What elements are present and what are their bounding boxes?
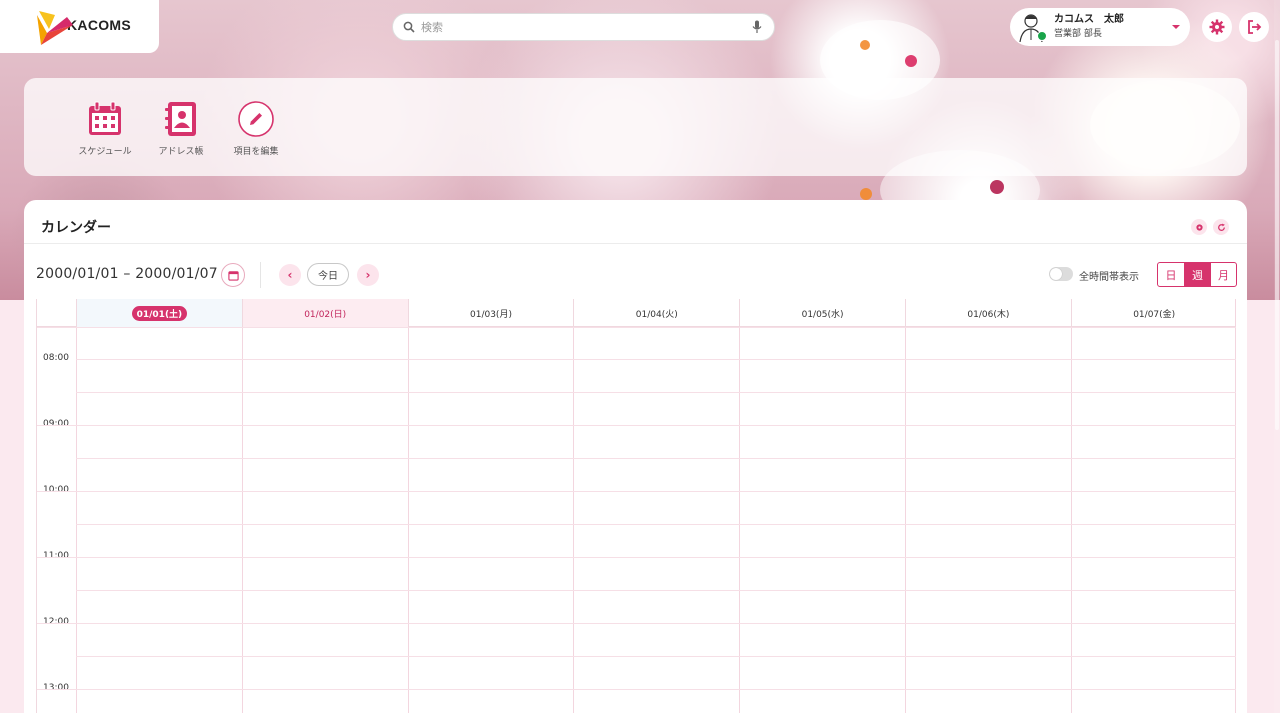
online-status-icon — [1037, 31, 1047, 41]
day-header[interactable]: 01/05(水) — [739, 299, 905, 327]
grid-row-line — [76, 656, 1236, 657]
quick-links-panel: スケジュール アドレス帳 項目を編集 — [24, 78, 1247, 176]
time-label: 11:00 — [43, 551, 69, 561]
quick-link-label: スケジュール — [78, 147, 132, 157]
logo-mark-icon — [33, 7, 79, 47]
time-label: 08:00 — [43, 353, 69, 363]
logout-button[interactable] — [1239, 12, 1269, 42]
settings-button[interactable] — [1202, 12, 1232, 42]
date-picker-button[interactable] — [221, 263, 245, 287]
microphone-icon[interactable] — [752, 20, 762, 34]
chevron-left-icon: ‹ — [287, 268, 293, 282]
gear-icon — [1195, 223, 1203, 231]
calendar-icon — [227, 270, 239, 281]
time-label: 09:00 — [43, 419, 69, 429]
day-label: 01/07(金) — [1133, 309, 1176, 320]
day-header[interactable]: 01/02(日) — [241, 299, 408, 327]
grid-row-line — [76, 392, 1236, 393]
quick-link-label: 項目を編集 — [233, 147, 279, 157]
divider — [260, 262, 261, 288]
grid-row-line — [37, 425, 1236, 426]
refresh-icon — [1217, 223, 1225, 231]
today-button[interactable]: 今日 — [307, 263, 349, 286]
grid-right-border — [1235, 299, 1236, 713]
search-icon — [403, 21, 415, 33]
calendar-card: カレンダー 2000/01/01 – 2000/01/07 ‹ 今日 › 全時間… — [24, 200, 1247, 713]
pencil-icon — [221, 100, 291, 138]
date-range: 2000/01/01 – 2000/01/07 — [36, 266, 218, 282]
card-title: カレンダー — [41, 220, 111, 236]
grid-row-line — [37, 327, 1236, 328]
page-scrollbar[interactable] — [1274, 0, 1280, 713]
quick-link-address-book[interactable]: アドレス帳 — [146, 100, 216, 157]
user-name: カコムス 太郎 — [1054, 14, 1124, 25]
day-header[interactable]: 01/03(月) — [407, 299, 574, 327]
grid-row-line — [37, 557, 1236, 558]
day-header[interactable]: 01/07(金) — [1070, 299, 1237, 327]
chevron-right-icon: › — [365, 268, 371, 282]
prev-week-button[interactable]: ‹ — [279, 264, 301, 286]
chevron-down-icon[interactable] — [1172, 25, 1180, 29]
user-menu[interactable]: カコムス 太郎 営業部 部長 — [1010, 8, 1190, 46]
grid-row-line — [76, 524, 1236, 525]
day-label: 01/04(火) — [635, 309, 678, 320]
time-label: 10:00 — [43, 485, 69, 495]
grid-row-line — [37, 689, 1236, 690]
day-header[interactable]: 01/01(土) — [76, 299, 242, 327]
day-header[interactable]: 01/04(火) — [573, 299, 739, 327]
day-header[interactable]: 01/06(木) — [905, 299, 1071, 327]
divider — [24, 243, 1247, 244]
address-book-icon — [146, 100, 216, 138]
view-week-button[interactable]: 週 — [1184, 263, 1210, 286]
view-switcher: 日 週 月 — [1157, 262, 1237, 287]
grid-row-line — [76, 359, 1236, 360]
day-label: 01/05(水) — [801, 309, 844, 320]
grid-row-line — [37, 491, 1236, 492]
next-week-button[interactable]: › — [357, 264, 379, 286]
grid-header: 01/01(土) 01/02(日) 01/03(月) 01/04(火) 01/05(水)… — [37, 299, 1236, 327]
time-label: 12:00 — [43, 617, 69, 627]
app-logo[interactable]: KACOMS — [0, 0, 159, 53]
all-hours-toggle[interactable] — [1049, 267, 1073, 281]
week-grid[interactable]: 01/01(土) 01/02(日) 01/03(月) 01/04(火) 01/05(水)… — [36, 299, 1236, 713]
user-role: 営業部 部長 — [1054, 29, 1102, 39]
all-hours-label: 全時間帯表示 — [1079, 272, 1139, 283]
quick-link-schedule[interactable]: スケジュール — [70, 100, 140, 157]
grid-row-line — [76, 458, 1236, 459]
avatar — [1018, 12, 1047, 43]
time-label: 13:00 — [43, 683, 69, 693]
calendar-settings-button[interactable] — [1191, 219, 1207, 235]
quick-link-label: アドレス帳 — [158, 147, 204, 157]
search-input[interactable]: 検索 — [392, 13, 775, 41]
search-placeholder: 検索 — [421, 21, 443, 34]
view-month-button[interactable]: 月 — [1210, 263, 1236, 286]
view-day-button[interactable]: 日 — [1158, 263, 1184, 286]
today-date-label: 01/01(土) — [131, 305, 188, 321]
day-label: 01/06(木) — [967, 309, 1010, 320]
grid-row-line — [37, 623, 1236, 624]
gear-icon — [1209, 19, 1225, 35]
day-label: 01/02(日) — [304, 309, 347, 320]
quick-link-edit-items[interactable]: 項目を編集 — [221, 100, 291, 157]
calendar-refresh-button[interactable] — [1213, 219, 1229, 235]
calendar-icon — [70, 100, 140, 138]
grid-row-line — [76, 590, 1236, 591]
logout-icon — [1248, 20, 1262, 34]
day-label: 01/03(月) — [470, 309, 512, 320]
